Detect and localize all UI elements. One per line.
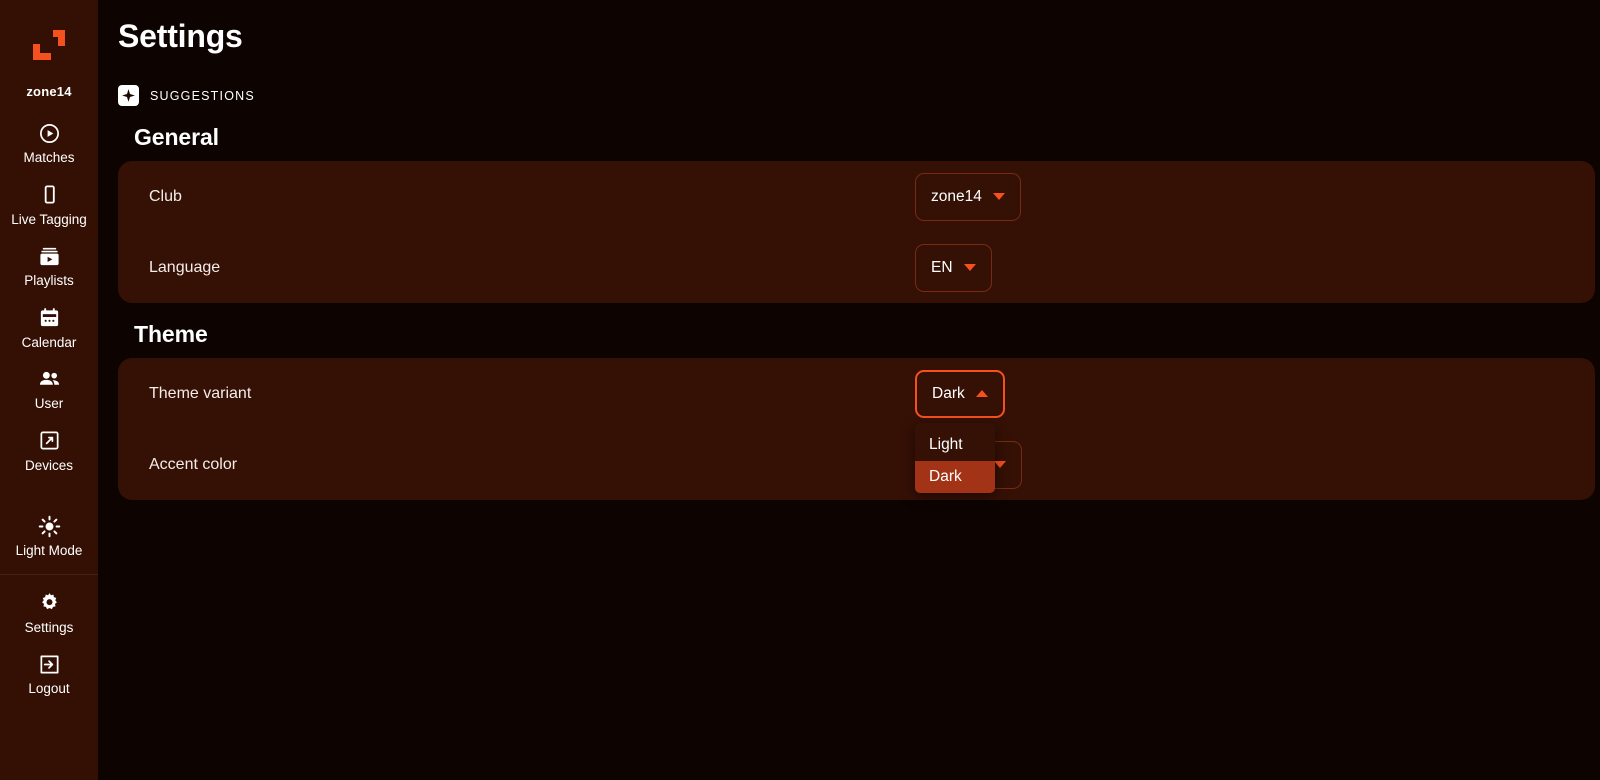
sidebar-item-label: Matches <box>23 150 75 165</box>
sidebar: zone14 Matches Live Tagging Playlists Ca… <box>0 0 98 780</box>
row-label: Accent color <box>149 455 238 473</box>
sidebar-item-label: Playlists <box>24 273 74 288</box>
section-title-general: General <box>134 124 219 150</box>
theme-variant-option-light[interactable]: Light <box>915 429 995 461</box>
sidebar-item-settings[interactable]: Settings <box>0 581 98 643</box>
brand-name: zone14 <box>26 84 72 99</box>
app-logo[interactable] <box>25 22 73 70</box>
sidebar-item-matches[interactable]: Matches <box>0 111 98 173</box>
main-content: Settings SUGGESTIONS General Club zone14 <box>98 0 1600 780</box>
page-title: Settings <box>118 18 243 54</box>
sidebar-item-label: Logout <box>28 681 70 696</box>
sidebar-nav: Matches Live Tagging Playlists Calendar … <box>0 111 98 566</box>
sidebar-item-live-tagging[interactable]: Live Tagging <box>0 173 98 235</box>
sidebar-nav-bottom: Settings Logout <box>0 581 98 704</box>
row-label: Theme variant <box>149 384 252 402</box>
club-dropdown[interactable]: zone14 <box>915 172 1021 221</box>
devices-expand-icon <box>36 428 62 454</box>
control-slot: EN <box>915 243 1565 292</box>
playlist-video-icon <box>36 243 62 269</box>
control-slot: zone14 <box>915 172 1565 221</box>
sidebar-item-label: Calendar <box>21 334 77 350</box>
sidebar-item-devices[interactable]: Devices <box>0 419 98 481</box>
setting-row-club: Club zone14 <box>118 161 1595 232</box>
play-circle-icon <box>36 120 62 146</box>
setting-row-language: Language EN <box>118 232 1595 303</box>
sidebar-item-calendar[interactable]: Calendar <box>0 296 98 358</box>
zone14-logo-icon <box>33 30 65 60</box>
control-slot: Dark Light Dark <box>915 369 1565 493</box>
control-slot <box>915 440 1565 489</box>
sidebar-divider <box>0 573 98 575</box>
mobile-icon <box>36 182 62 208</box>
club-dropdown-value: zone14 <box>931 187 982 205</box>
sidebar-item-user[interactable]: User <box>0 357 98 419</box>
theme-variant-menu[interactable]: Light Dark <box>915 422 995 493</box>
theme-variant-dropdown-value: Dark <box>932 384 965 402</box>
general-card: Club zone14 Language EN <box>118 161 1595 303</box>
sparkle-icon <box>118 85 139 106</box>
chevron-down-icon <box>963 264 976 271</box>
sun-icon <box>36 513 62 539</box>
section-title-theme: Theme <box>134 321 208 347</box>
language-dropdown[interactable]: EN <box>915 243 992 292</box>
users-icon <box>36 366 62 392</box>
row-label: Language <box>149 258 221 276</box>
sidebar-item-label: User <box>34 396 64 411</box>
settings-page: zone14 Matches Live Tagging Playlists Ca… <box>0 0 1600 780</box>
chevron-up-icon <box>975 390 988 397</box>
sidebar-item-playlists[interactable]: Playlists <box>0 234 98 296</box>
logout-arrow-icon <box>36 651 62 677</box>
sidebar-item-label: Settings <box>24 619 74 635</box>
calendar-icon <box>36 305 62 331</box>
setting-row-theme-variant: Theme variant Dark Light Dark <box>118 358 1595 493</box>
suggestions-button[interactable]: SUGGESTIONS <box>118 85 255 106</box>
theme-variant-dropdown[interactable]: Dark <box>915 369 1005 418</box>
sidebar-item-label: Devices <box>24 457 73 473</box>
setting-row-accent-color: Accent color <box>118 429 1595 500</box>
suggestions-label: SUGGESTIONS <box>150 88 255 103</box>
row-label: Club <box>149 187 182 205</box>
language-dropdown-value: EN <box>931 258 953 276</box>
chevron-down-icon <box>992 193 1005 200</box>
chevron-down-icon <box>994 461 1006 468</box>
gear-icon <box>36 590 62 616</box>
sidebar-item-light-mode[interactable]: Light Mode <box>0 504 98 566</box>
theme-variant-option-dark[interactable]: Dark <box>915 460 995 493</box>
sidebar-item-label: Live Tagging <box>11 211 87 227</box>
sidebar-item-logout[interactable]: Logout <box>0 642 98 704</box>
sidebar-item-label: Light Mode <box>15 543 83 558</box>
theme-card: Theme variant Dark Light Dark Accent col… <box>118 358 1595 500</box>
